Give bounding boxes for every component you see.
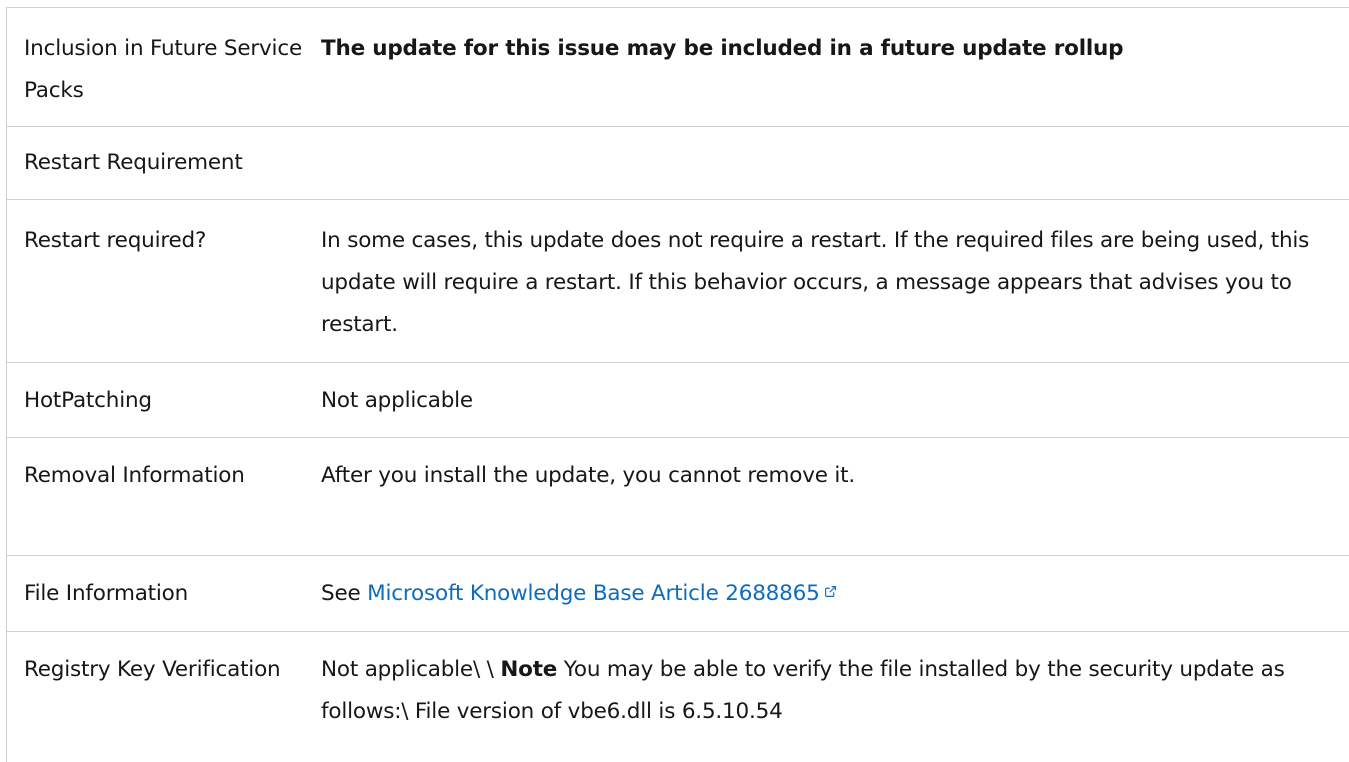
row-label: Inclusion in Future Service Packs xyxy=(24,36,302,103)
row-value: After you install the update, you cannot… xyxy=(321,463,856,488)
row-value: Not applicable xyxy=(321,388,473,413)
row-label: Restart required? xyxy=(24,228,207,253)
row-value: Not applicable\ \ Note You may be able t… xyxy=(305,632,1349,762)
row-label: HotPatching xyxy=(24,388,152,413)
update-info-table: Inclusion in Future Service Packs The up… xyxy=(6,7,1349,762)
row-value: In some cases, this update does not requ… xyxy=(321,228,1310,337)
kb-article-link[interactable]: Microsoft Knowledge Base Article 2688865 xyxy=(367,581,820,606)
row-label: Registry Key Verification xyxy=(24,657,281,682)
external-link-icon xyxy=(824,586,836,597)
table-row-restart-required: Restart required? In some cases, this up… xyxy=(7,200,1349,363)
row-label: Removal Information xyxy=(24,463,245,488)
table-row-registry-key-verification: Registry Key Verification Not applicable… xyxy=(7,632,1349,762)
section-heading: Restart Requirement xyxy=(24,150,243,175)
note-label: Note xyxy=(500,657,558,682)
value-prefix: See xyxy=(321,581,368,606)
row-value: The update for this issue may be include… xyxy=(321,36,1124,61)
table-row-hotpatching: HotPatching Not applicable xyxy=(7,363,1349,438)
table-row-file-information: File Information See Microsoft Knowledge… xyxy=(7,556,1349,632)
row-value: See Microsoft Knowledge Base Article 268… xyxy=(305,556,1349,631)
row-label: File Information xyxy=(24,581,189,606)
table-row-future-service-packs: Inclusion in Future Service Packs The up… xyxy=(7,8,1349,127)
row-value-empty xyxy=(305,127,1349,199)
table-row-restart-requirement-header: Restart Requirement xyxy=(7,127,1349,200)
value-prefix: Not applicable\ \ xyxy=(321,657,501,682)
table-row-removal-information: Removal Information After you install th… xyxy=(7,438,1349,556)
